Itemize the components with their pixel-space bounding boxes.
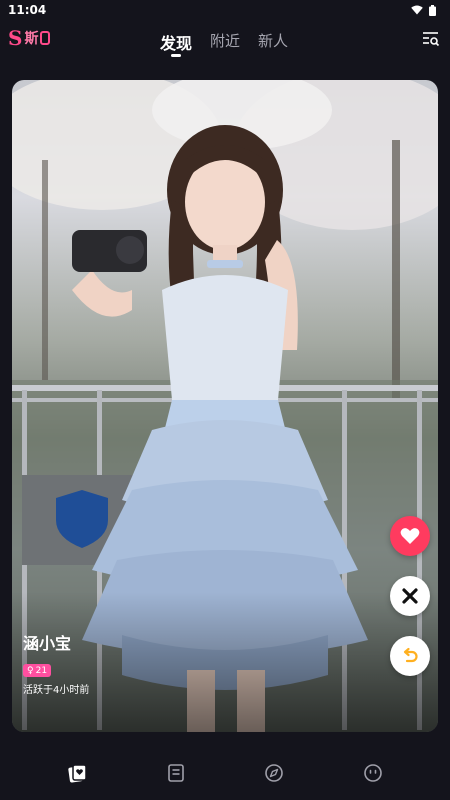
undo-icon [403, 647, 418, 663]
document-icon [167, 763, 184, 782]
undo-button[interactable] [390, 636, 430, 676]
top-tabs: 发现 附近 新人 [160, 30, 288, 57]
smiley-icon [363, 763, 382, 782]
dislike-button[interactable] [390, 576, 430, 616]
status-icons [411, 4, 436, 16]
like-button[interactable] [390, 516, 430, 556]
tab-nearby[interactable]: 附近 [210, 30, 240, 51]
active-status: 活跃于4小时前 [23, 685, 90, 696]
battery-icon [429, 4, 436, 16]
logo-text: 斯 [24, 31, 39, 47]
filter-search-icon[interactable] [422, 30, 440, 48]
nav-me[interactable] [361, 761, 385, 785]
profile-name: 涵小宝 [23, 633, 72, 653]
profile-age: 21 [35, 665, 48, 676]
profile-card[interactable]: 涵小宝 ♀ 21 活跃于4小时前 [12, 80, 438, 732]
heart-icon [400, 528, 420, 544]
nav-discover[interactable] [65, 761, 89, 785]
nav-explore[interactable] [262, 761, 286, 785]
card-stack-icon [68, 763, 87, 782]
nav-posts[interactable] [164, 761, 188, 785]
app-logo: S 斯 [8, 26, 51, 50]
tab-discover[interactable]: 发现 [160, 30, 192, 57]
wifi-icon [411, 5, 423, 15]
close-icon [402, 588, 418, 604]
bottom-nav [0, 745, 450, 800]
compass-icon [265, 763, 284, 782]
logo-mark: S [8, 26, 23, 50]
profile-info: 涵小宝 ♀ 21 活跃于4小时前 [23, 630, 90, 696]
header: S 斯 发现 附近 新人 [0, 24, 450, 60]
gender-age-badge: ♀ 21 [23, 664, 52, 677]
female-icon: ♀ [27, 665, 34, 676]
logo-box-icon [40, 31, 51, 45]
tab-newcomers[interactable]: 新人 [258, 30, 288, 51]
status-bar: 11:04 [0, 0, 450, 20]
status-time: 11:04 [8, 3, 47, 17]
